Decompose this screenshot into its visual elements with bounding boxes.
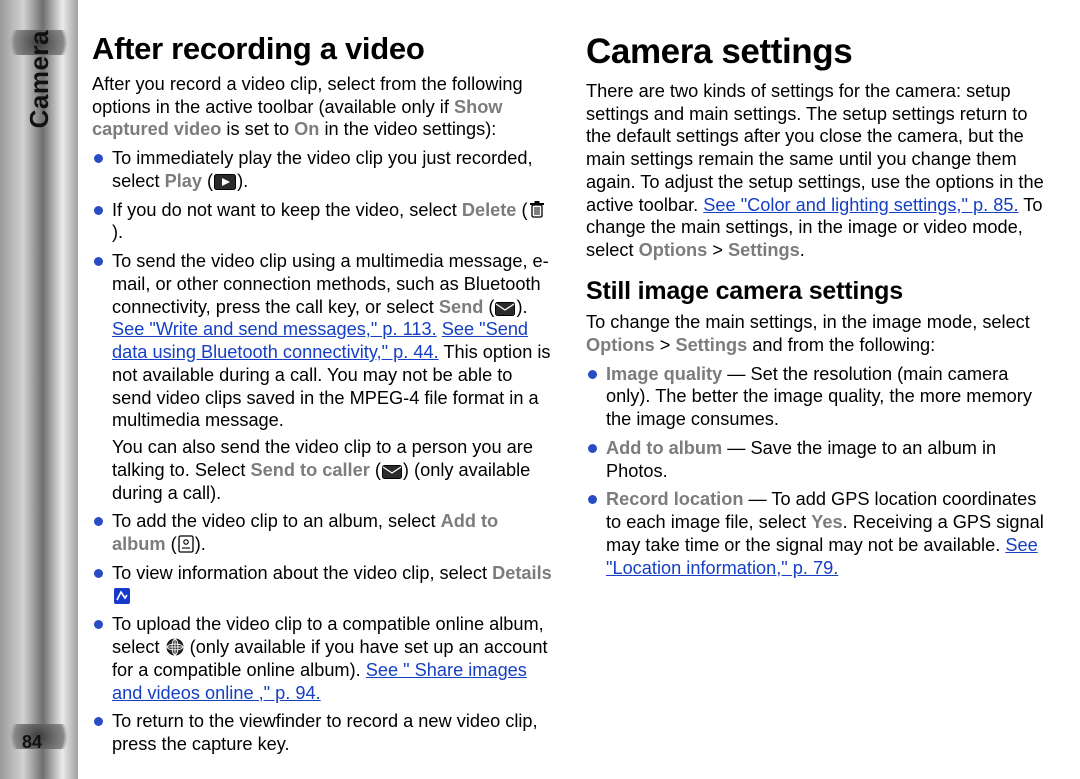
command: Play	[165, 171, 202, 191]
text: (	[516, 200, 527, 220]
still-image-list: Image quality — Set the resolution (main…	[586, 363, 1050, 580]
section-label-wrap: Camera	[12, 0, 66, 779]
section-label: Camera	[24, 30, 55, 128]
still-image-intro: To change the main settings, in the imag…	[586, 311, 1050, 357]
play-icon	[214, 174, 236, 190]
list-item-para: You can also send the video clip to a pe…	[112, 436, 556, 504]
text: (	[370, 460, 381, 480]
text: in the video settings):	[319, 119, 496, 139]
page-binding: Camera	[0, 0, 78, 779]
list-item: To add the video clip to an album, selec…	[92, 510, 556, 556]
setting-label: Record location	[606, 489, 743, 509]
text: To change the main settings, in the imag…	[586, 312, 1030, 332]
text: ).	[195, 534, 206, 554]
text: To add the video clip to an album, selec…	[112, 511, 441, 531]
command: Settings	[728, 240, 800, 260]
text: To return to the viewfinder to record a …	[112, 711, 538, 754]
page-content: 84 After recording a video After you rec…	[78, 0, 1080, 779]
text: and from the following:	[747, 335, 935, 355]
envelope-icon	[495, 302, 515, 316]
album-icon	[178, 535, 194, 553]
globe-icon	[166, 638, 184, 656]
text: (	[202, 171, 213, 191]
text: .	[800, 240, 805, 260]
after-recording-intro: After you record a video clip, select fr…	[92, 73, 556, 141]
text-bold: Yes	[811, 512, 842, 532]
list-item: To view information about the video clip…	[92, 562, 556, 608]
camera-settings-para: There are two kinds of settings for the …	[586, 80, 1050, 262]
details-icon	[113, 587, 131, 605]
text: ).	[237, 171, 248, 191]
text: If you do not want to keep the video, se…	[112, 200, 462, 220]
list-item: To send the video clip using a multimedi…	[92, 250, 556, 504]
setting-label: Image quality	[606, 364, 722, 384]
list-item: To upload the video clip to a compatible…	[92, 613, 556, 704]
link-write-send[interactable]: See "Write and send messages," p. 113.	[112, 319, 437, 339]
trash-icon	[529, 201, 545, 219]
command: Send	[439, 297, 483, 317]
text: To view information about the video clip…	[112, 563, 492, 583]
setting-label: Add to album	[606, 438, 722, 458]
text: (	[166, 534, 177, 554]
list-item: To return to the viewfinder to record a …	[92, 710, 556, 756]
after-recording-list: To immediately play the video clip you j…	[92, 147, 556, 756]
list-item: To immediately play the video clip you j…	[92, 147, 556, 193]
list-item: Add to album — Save the image to an albu…	[586, 437, 1050, 483]
text: >	[655, 335, 676, 355]
text: >	[707, 240, 728, 260]
text-bold: On	[294, 119, 319, 139]
command: Details	[492, 563, 552, 583]
page-number: 84	[22, 731, 42, 754]
command: Send to caller	[251, 460, 370, 480]
heading-still-image: Still image camera settings	[586, 276, 1050, 307]
list-item: Image quality — Set the resolution (main…	[586, 363, 1050, 431]
text: (	[483, 297, 494, 317]
list-item: Record location — To add GPS location co…	[586, 488, 1050, 579]
command: Options	[639, 240, 708, 260]
command: Settings	[675, 335, 747, 355]
command: Delete	[462, 200, 517, 220]
list-item: If you do not want to keep the video, se…	[92, 199, 556, 245]
command: Options	[586, 335, 655, 355]
heading-after-recording: After recording a video	[92, 30, 556, 69]
envelope-icon	[382, 465, 402, 479]
link-color-lighting[interactable]: See "Color and lighting settings," p. 85…	[703, 195, 1018, 215]
text: is set to	[221, 119, 294, 139]
text: ).	[516, 297, 527, 317]
text: ).	[112, 222, 123, 242]
heading-camera-settings: Camera settings	[586, 30, 1050, 74]
